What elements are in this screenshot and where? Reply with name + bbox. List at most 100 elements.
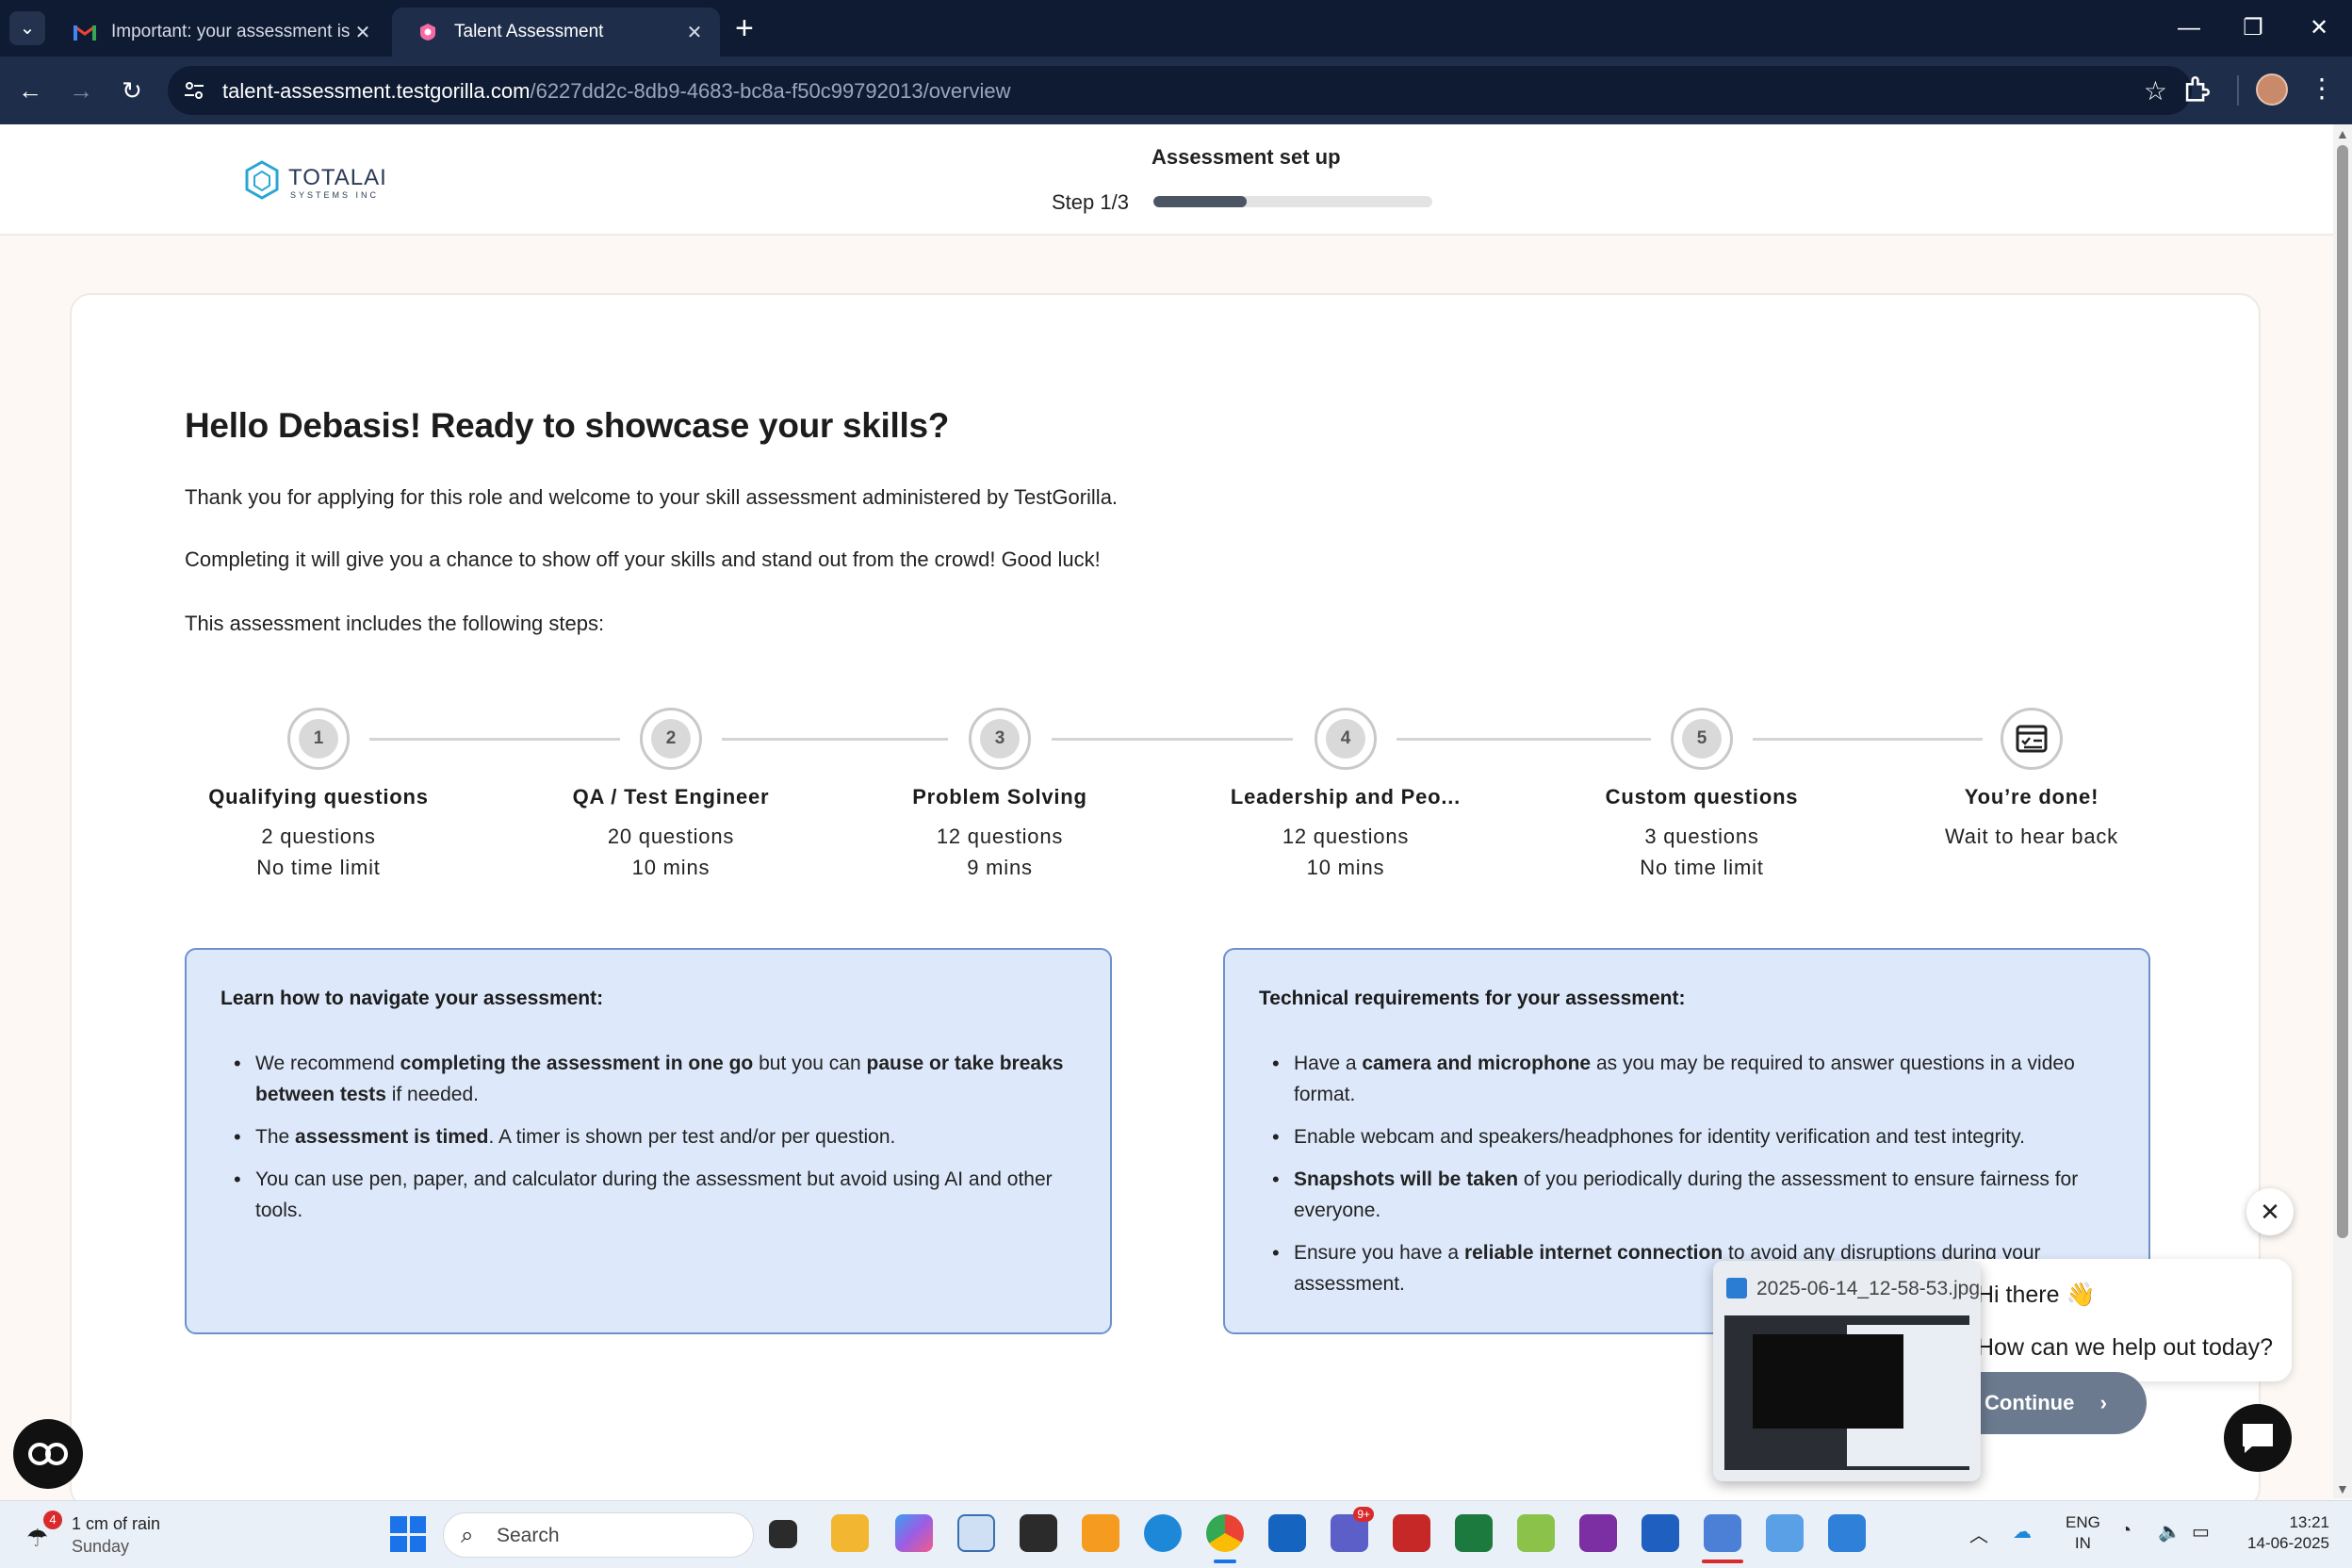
toolbar-divider	[2237, 75, 2239, 106]
step-circle: 5	[1671, 708, 1733, 770]
terminal-icon[interactable]	[1020, 1514, 1057, 1552]
bookmark-star-icon[interactable]: ☆	[2144, 75, 2167, 106]
progress-fill	[1153, 196, 1247, 207]
teams-icon[interactable]: 9+	[1331, 1507, 1374, 1552]
back-icon[interactable]: ←	[11, 72, 49, 109]
page-scrollbar[interactable]: ▲ ▼	[2333, 124, 2352, 1498]
step-number: 4	[1326, 719, 1365, 759]
windows-start-icon[interactable]	[390, 1516, 426, 1552]
accessibility-button[interactable]	[13, 1419, 83, 1489]
window-app-icon[interactable]	[957, 1514, 995, 1552]
step-indicator: Step 1/3	[1052, 190, 1129, 214]
photos-viewer-icon[interactable]	[1828, 1514, 1866, 1552]
outlook-icon[interactable]	[1268, 1514, 1306, 1552]
text: . A timer is shown per test and/or per q…	[488, 1126, 896, 1148]
weather-widget[interactable]: ☂ 4 1 cm of rain Sunday	[26, 1511, 177, 1560]
app-icon[interactable]	[1082, 1514, 1119, 1552]
file-explorer-icon[interactable]	[831, 1514, 869, 1552]
navigate-box-title: Learn how to navigate your assessment:	[220, 988, 604, 1009]
scroll-up-arrow[interactable]: ▲	[2336, 126, 2349, 141]
show-hidden-icons[interactable]: ︿	[1969, 1520, 1988, 1547]
text: We recommend	[255, 1053, 400, 1074]
step-number: 3	[980, 719, 1020, 759]
step-name: QA / Test Engineer	[572, 785, 770, 808]
paint-icon[interactable]	[1517, 1514, 1555, 1552]
scroll-thumb[interactable]	[2337, 145, 2348, 1238]
step-time-limit: 9 mins	[967, 856, 1033, 879]
encouragement-paragraph: Completing it will give you a chance to …	[185, 547, 1101, 571]
tab-gmail[interactable]: Important: your assessment is w ✕	[49, 8, 388, 57]
language-code: ENG	[2066, 1513, 2100, 1531]
word-icon[interactable]	[1642, 1514, 1679, 1552]
chrome-icon[interactable]	[1206, 1514, 1244, 1552]
browser-toolbar: ← → ↻ talent-assessment.testgorilla.com/…	[0, 57, 2352, 124]
active-app-indicator	[1214, 1560, 1236, 1563]
tab-title: Talent Assessment	[454, 22, 604, 41]
weather-day: Sunday	[72, 1537, 130, 1556]
step-circle: 1	[287, 708, 350, 770]
chrome-menu-icon[interactable]: ⋮	[2309, 72, 2335, 106]
intro-paragraph: Thank you for applying for this role and…	[185, 485, 1119, 509]
minimize-icon[interactable]: —	[2165, 11, 2213, 45]
taskbar-search[interactable]: ⌕ Search	[443, 1512, 754, 1558]
close-tab-icon[interactable]: ✕	[682, 21, 707, 44]
new-tab-button[interactable]: +	[735, 9, 754, 47]
list-item: You can use pen, paper, and calculator d…	[220, 1164, 1069, 1226]
step-time-limit: 10 mins	[1306, 856, 1385, 879]
site-settings-icon[interactable]	[183, 79, 205, 102]
profile-avatar[interactable]	[2256, 74, 2288, 106]
emphasis: completing the assessment in one go	[400, 1053, 754, 1074]
text: but you can	[753, 1053, 867, 1074]
tab-search-button[interactable]: ⌄	[9, 11, 45, 45]
volume-icon[interactable]: 🔈	[2158, 1520, 2181, 1544]
step-number: 2	[651, 719, 691, 759]
chat-message-bubble[interactable]: Hi there 👋 How can we help out today?	[1939, 1259, 2292, 1381]
onedrive-icon[interactable]: ☁	[2013, 1520, 2032, 1544]
extensions-icon[interactable]	[2180, 74, 2213, 106]
step-circle: 2	[640, 708, 702, 770]
taskbar-window-preview[interactable]: 2025-06-14_12-58-53.jpg	[1713, 1261, 1981, 1481]
chat-close-button[interactable]: ✕	[2246, 1188, 2294, 1235]
step-number: 5	[1682, 719, 1722, 759]
emphasis: Snapshots will be taken	[1294, 1168, 1519, 1190]
tech-box-title: Technical requirements for your assessme…	[1259, 988, 1686, 1009]
forward-icon[interactable]: →	[62, 72, 100, 109]
battery-icon[interactable]: ▭	[2192, 1520, 2210, 1544]
step-circle: 3	[969, 708, 1031, 770]
photos-icon[interactable]	[1704, 1514, 1741, 1552]
close-window-icon[interactable]: ✕	[2295, 11, 2343, 45]
active-app-indicator	[1702, 1560, 1743, 1563]
close-tab-icon[interactable]: ✕	[351, 21, 375, 44]
security-icon[interactable]	[1393, 1514, 1430, 1552]
tab-talent-assessment[interactable]: Talent Assessment ✕	[392, 8, 720, 57]
list-item: We recommend completing the assessment i…	[220, 1048, 1069, 1110]
weather-text: 1 cm of rain	[72, 1514, 161, 1533]
region-code: IN	[2074, 1534, 2091, 1552]
onenote-icon[interactable]	[1579, 1514, 1617, 1552]
task-view-icon[interactable]	[769, 1520, 797, 1548]
chevron-right-icon: ›	[2099, 1391, 2107, 1414]
clock-time: 13:21	[2289, 1513, 2329, 1531]
photos-app-icon	[1726, 1278, 1747, 1298]
teams-badge: 9+	[1353, 1507, 1374, 1522]
m365-icon[interactable]	[895, 1514, 933, 1552]
accessibility-icon	[28, 1443, 68, 1465]
address-bar[interactable]: talent-assessment.testgorilla.com/6227dd…	[168, 66, 2192, 115]
excel-icon[interactable]	[1455, 1514, 1493, 1552]
preview-thumbnail	[1724, 1315, 1969, 1470]
scroll-down-arrow[interactable]: ▼	[2336, 1481, 2349, 1496]
url-path: /6227dd2c-8db9-4683-bc8a-f50c99792013/ov…	[530, 79, 1011, 103]
reload-icon[interactable]: ↻	[113, 72, 151, 109]
step-circle: 4	[1315, 708, 1377, 770]
chat-launcher-button[interactable]	[2224, 1404, 2292, 1472]
language-indicator[interactable]: ENG IN	[2066, 1512, 2100, 1554]
url-host: talent-assessment.testgorilla.com	[222, 79, 531, 103]
edge-icon[interactable]	[1144, 1514, 1182, 1552]
list-item: The assessment is timed. A timer is show…	[220, 1121, 1069, 1152]
system-clock[interactable]: 13:21 14-06-2025	[2226, 1512, 2329, 1554]
restore-icon[interactable]: ❐	[2230, 11, 2277, 45]
notification-badge: 4	[43, 1511, 62, 1529]
snipping-tool-icon[interactable]	[1766, 1514, 1804, 1552]
emphasis: assessment is timed	[295, 1126, 489, 1148]
wifi-icon[interactable]: ◔	[2120, 1520, 2132, 1542]
